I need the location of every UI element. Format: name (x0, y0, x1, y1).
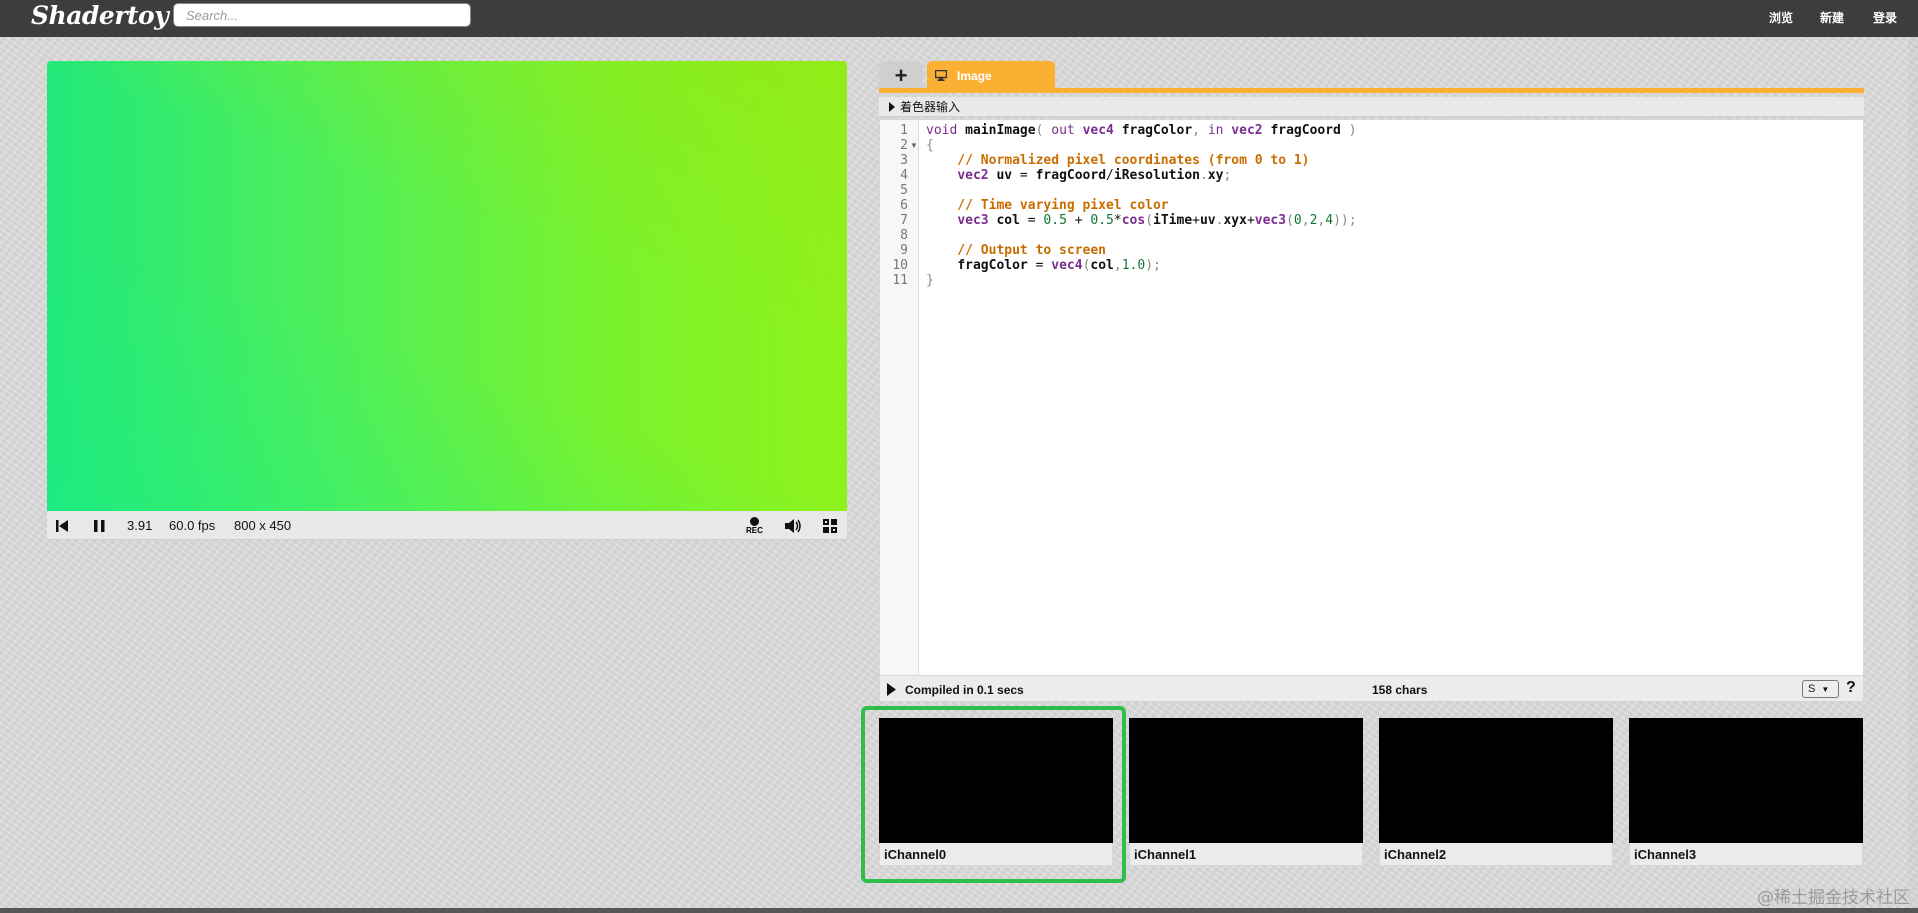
nav-browse[interactable]: 浏览 (1769, 9, 1793, 26)
fold-arrow-icon[interactable]: ▼ (910, 141, 918, 150)
time-readout: 3.91 (127, 518, 153, 533)
page-scrollbar[interactable] (1908, 37, 1918, 913)
rewind-icon[interactable] (56, 511, 68, 540)
shader-inputs-toggle[interactable]: 着色器输入 (879, 97, 1864, 117)
rec-label: REC (746, 525, 763, 535)
code-line[interactable]: // Normalized pixel coordinates (from 0 … (926, 153, 1309, 168)
player-controls: 3.91 60.0 fps 800 x 450 REC (47, 511, 847, 540)
search-input[interactable] (173, 3, 471, 27)
code-line[interactable]: fragColor = vec4(col,1.0); (926, 258, 1161, 273)
add-tab-button[interactable]: + (879, 61, 923, 90)
fullscreen-icon[interactable] (823, 511, 837, 540)
channel-label: iChannel0 (879, 843, 1113, 866)
watermark: @稀土掘金技术社区 (1757, 888, 1910, 908)
line-number: 6 (900, 198, 908, 213)
channel-thumbnail[interactable] (879, 718, 1113, 843)
line-number: 2 (900, 138, 908, 153)
compile-status: Compiled in 0.1 secs (905, 683, 1024, 697)
line-number: 1 (900, 123, 908, 138)
channel-label: iChannel1 (1129, 843, 1363, 866)
record-button[interactable]: REC (746, 511, 763, 540)
nav-new[interactable]: 新建 (1820, 9, 1844, 26)
tab-image[interactable]: Image (927, 61, 1055, 90)
line-number: 10 (892, 258, 908, 273)
line-number: 5 (900, 183, 908, 198)
expand-icon (889, 101, 895, 112)
code-line[interactable]: } (926, 273, 934, 288)
channel-slot-0[interactable]: iChannel0 (879, 718, 1113, 866)
channel-label: iChannel2 (1379, 843, 1613, 866)
line-number: 3 (900, 153, 908, 168)
line-number: 7 (900, 213, 908, 228)
chevron-down-icon: ▼ (1821, 684, 1830, 694)
line-number: 9 (900, 243, 908, 258)
line-number: 11 (892, 273, 908, 288)
code-editor[interactable]: 1 2 ▼ 3 4 5 6 7 8 9 10 11 void mainImage… (879, 119, 1864, 676)
channel-label: iChannel3 (1629, 843, 1863, 866)
channel-thumbnail[interactable] (1129, 718, 1363, 843)
code-line[interactable]: vec3 col = 0.5 + 0.5*cos(iTime+uv.xyx+ve… (926, 213, 1356, 228)
char-count: 158 chars (1372, 683, 1428, 697)
monitor-icon (935, 70, 947, 81)
tab-image-label: Image (957, 68, 992, 83)
bottom-edge (0, 908, 1918, 913)
channel-thumbnail[interactable] (1629, 718, 1863, 843)
line-number: 4 (900, 168, 908, 183)
help-button[interactable]: ? (1846, 679, 1856, 697)
compile-status-bar: Compiled in 0.1 secs 158 chars S ▼ ? (879, 676, 1864, 702)
resolution-readout: 800 x 450 (234, 518, 292, 533)
fps-readout: 60.0 fps (169, 518, 216, 533)
channel-slot-2[interactable]: iChannel2 (1379, 718, 1613, 866)
shadertoy-logo[interactable]: Shadertoy (31, 1, 169, 30)
pause-icon[interactable] (94, 511, 105, 540)
compile-toggle-icon[interactable] (887, 683, 896, 701)
line-gutter: 1 2 ▼ 3 4 5 6 7 8 9 10 11 (880, 120, 919, 675)
code-line[interactable]: // Output to screen (926, 243, 1106, 258)
channel-slot-3[interactable]: iChannel3 (1629, 718, 1863, 866)
line-number: 8 (900, 228, 908, 243)
shader-inputs-label: 着色器输入 (900, 100, 961, 114)
code-line[interactable]: void mainImage( out vec4 fragColor, in v… (926, 123, 1357, 138)
code-line[interactable]: { (926, 138, 934, 153)
channel-thumbnail[interactable] (1379, 718, 1613, 843)
font-size-select[interactable]: S ▼ (1802, 680, 1839, 698)
volume-icon[interactable] (784, 511, 802, 540)
tab-underline (879, 88, 1864, 93)
channel-slot-1[interactable]: iChannel1 (1129, 718, 1363, 866)
record-icon (749, 516, 759, 526)
shader-preview-canvas[interactable] (47, 61, 847, 511)
font-size-value: S (1808, 683, 1816, 695)
top-bar: Shadertoy 浏览 新建 登录 (0, 0, 1918, 37)
code-line[interactable]: vec2 uv = fragCoord/iResolution.xy; (926, 168, 1231, 183)
nav-login[interactable]: 登录 (1873, 9, 1897, 26)
code-line[interactable]: // Time varying pixel color (926, 198, 1168, 213)
